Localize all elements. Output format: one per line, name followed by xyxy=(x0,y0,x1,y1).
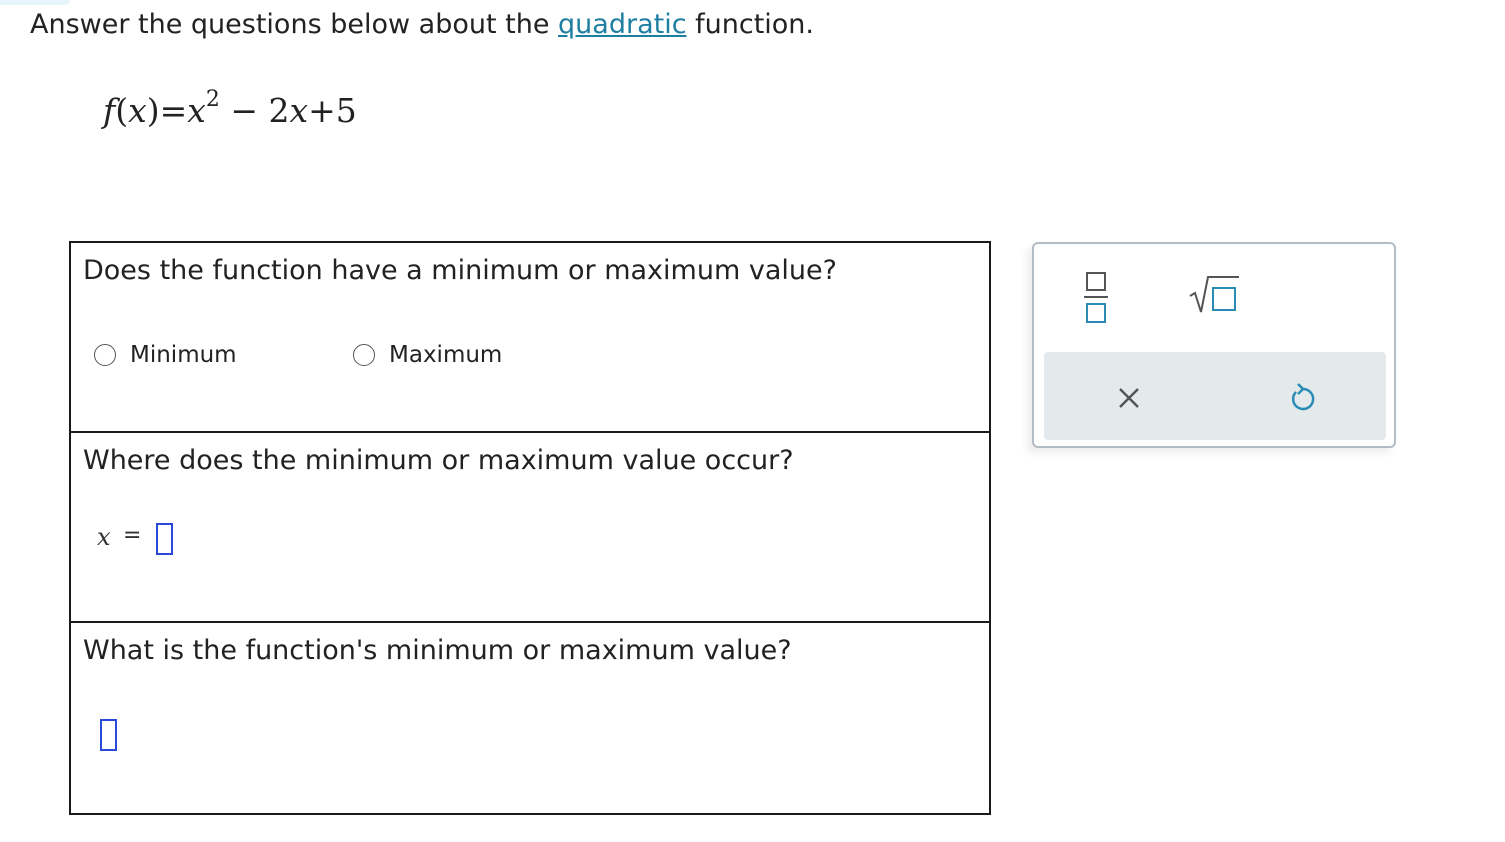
question-3: What is the function's minimum or maximu… xyxy=(71,623,989,813)
fraction-icon xyxy=(1084,272,1108,323)
square-root-icon xyxy=(1189,276,1239,313)
corner-tab xyxy=(0,0,70,5)
x-variable-label: x xyxy=(97,523,111,551)
question-1: Does the function have a minimum or maxi… xyxy=(71,243,989,433)
math-palette xyxy=(1032,242,1396,448)
minimum-label[interactable]: Minimum xyxy=(130,340,237,370)
prompt: Answer the questions below about the qua… xyxy=(30,8,814,42)
minimum-radio-option[interactable]: Minimum xyxy=(94,340,237,370)
question-2-text: Where does the minimum or maximum value … xyxy=(83,445,794,476)
maximum-radio-button[interactable] xyxy=(353,344,375,366)
undo-icon xyxy=(1291,383,1315,411)
undo-button[interactable] xyxy=(1289,383,1317,417)
equals-sign: = xyxy=(123,523,142,548)
close-icon xyxy=(1119,388,1139,408)
page: Answer the questions below about the qua… xyxy=(0,0,1505,842)
palette-actions xyxy=(1044,352,1386,440)
x-answer-input[interactable] xyxy=(156,523,173,555)
prompt-text-before: Answer the questions below about the xyxy=(30,9,559,40)
maximum-radio-option[interactable]: Maximum xyxy=(353,340,502,370)
question-3-text: What is the function's minimum or maximu… xyxy=(83,635,792,666)
minimum-radio-button[interactable] xyxy=(94,344,116,366)
formula-f: f xyxy=(103,91,116,130)
clear-button[interactable] xyxy=(1117,386,1141,414)
formula-exponent: 2 xyxy=(205,87,220,112)
value-answer-input[interactable] xyxy=(100,719,117,751)
questions-table: Does the function have a minimum or maxi… xyxy=(69,241,991,815)
question-1-text: Does the function have a minimum or maxi… xyxy=(83,255,837,286)
question-2: Where does the minimum or maximum value … xyxy=(71,433,989,623)
function-formula: f(x)=x2 − 2x+5 xyxy=(103,87,357,130)
prompt-text-after: function. xyxy=(686,9,815,40)
square-root-button[interactable] xyxy=(1188,274,1240,320)
quadratic-link[interactable]: quadratic xyxy=(558,9,687,40)
maximum-label[interactable]: Maximum xyxy=(389,340,502,370)
fraction-button[interactable] xyxy=(1084,270,1108,330)
